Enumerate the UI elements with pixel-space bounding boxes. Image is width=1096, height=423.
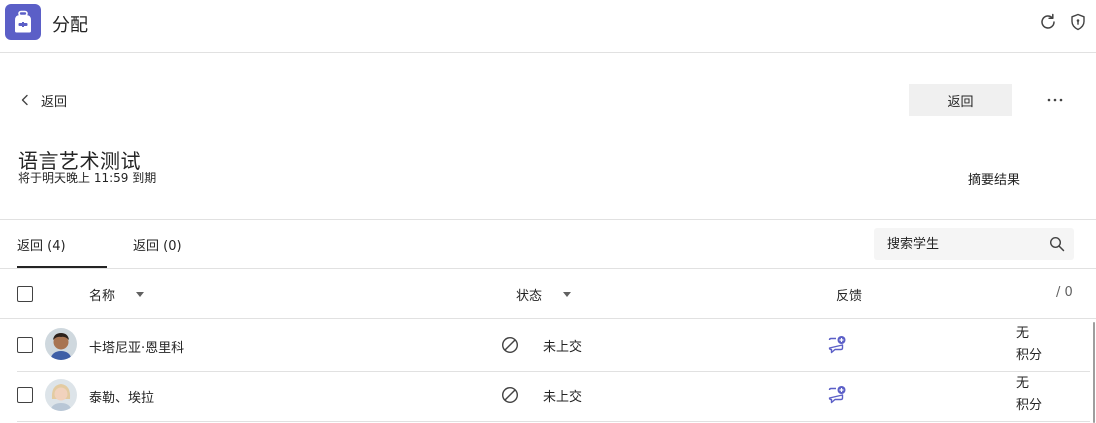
- points-value: 无 积分: [1016, 323, 1042, 367]
- points-line-1: 无: [1016, 376, 1030, 391]
- search-icon[interactable]: [1049, 236, 1065, 252]
- top-bar: 分配: [0, 0, 1096, 53]
- section-divider: [0, 219, 1096, 220]
- back-link[interactable]: 返回: [18, 89, 67, 111]
- avatar: [45, 379, 77, 411]
- add-feedback-icon[interactable]: [827, 385, 847, 405]
- backpack-icon[interactable]: [5, 4, 41, 40]
- sort-status-caret-icon[interactable]: [563, 292, 571, 297]
- tabs-divider: [0, 268, 1096, 269]
- app-title: 分配: [52, 15, 88, 36]
- points-line-2: 积分: [1016, 348, 1043, 363]
- header-divider: [0, 318, 1096, 319]
- summary-results-link[interactable]: 摘要结果: [968, 169, 1020, 188]
- select-all-checkbox[interactable]: [17, 286, 33, 302]
- status-text: 未上交: [543, 390, 583, 405]
- tab-returned-active[interactable]: 返回 (4): [17, 235, 66, 254]
- shield-icon[interactable]: [1068, 12, 1088, 32]
- due-date-text: 将于明天晚上 11:59 到期: [18, 171, 157, 185]
- student-name[interactable]: 卡塔尼亚·恩里科: [89, 337, 184, 356]
- column-header-status[interactable]: 状态: [516, 285, 542, 304]
- search-input[interactable]: [874, 228, 1044, 260]
- avatar: [45, 328, 77, 360]
- points-line-2: 积分: [1016, 398, 1043, 413]
- back-link-label: 返回: [41, 94, 68, 110]
- not-submitted-icon: [501, 336, 519, 354]
- not-submitted-icon: [501, 386, 519, 404]
- more-options-icon[interactable]: [1042, 88, 1068, 112]
- refresh-icon[interactable]: [1038, 12, 1058, 32]
- scrollbar[interactable]: [1093, 322, 1095, 423]
- search-box[interactable]: [874, 228, 1074, 260]
- points-line-1: 无: [1016, 326, 1030, 341]
- column-header-name[interactable]: 名称: [89, 285, 115, 304]
- row-checkbox[interactable]: [17, 387, 33, 403]
- status-text: 未上交: [543, 340, 583, 355]
- chevron-left-icon: [21, 94, 28, 106]
- tab-returned[interactable]: 返回 (0): [133, 235, 182, 254]
- add-feedback-icon[interactable]: [827, 335, 847, 355]
- sort-name-caret-icon[interactable]: [136, 292, 144, 297]
- row-divider: [17, 421, 1090, 422]
- row-checkbox[interactable]: [17, 337, 33, 353]
- student-name[interactable]: 泰勒、埃拉: [89, 387, 154, 406]
- return-button[interactable]: 返回: [909, 84, 1012, 116]
- points-value: 无 积分: [1016, 373, 1042, 417]
- column-header-points: / 0: [1056, 285, 1073, 300]
- row-divider: [17, 371, 1090, 372]
- column-header-feedback: 反馈: [836, 289, 863, 304]
